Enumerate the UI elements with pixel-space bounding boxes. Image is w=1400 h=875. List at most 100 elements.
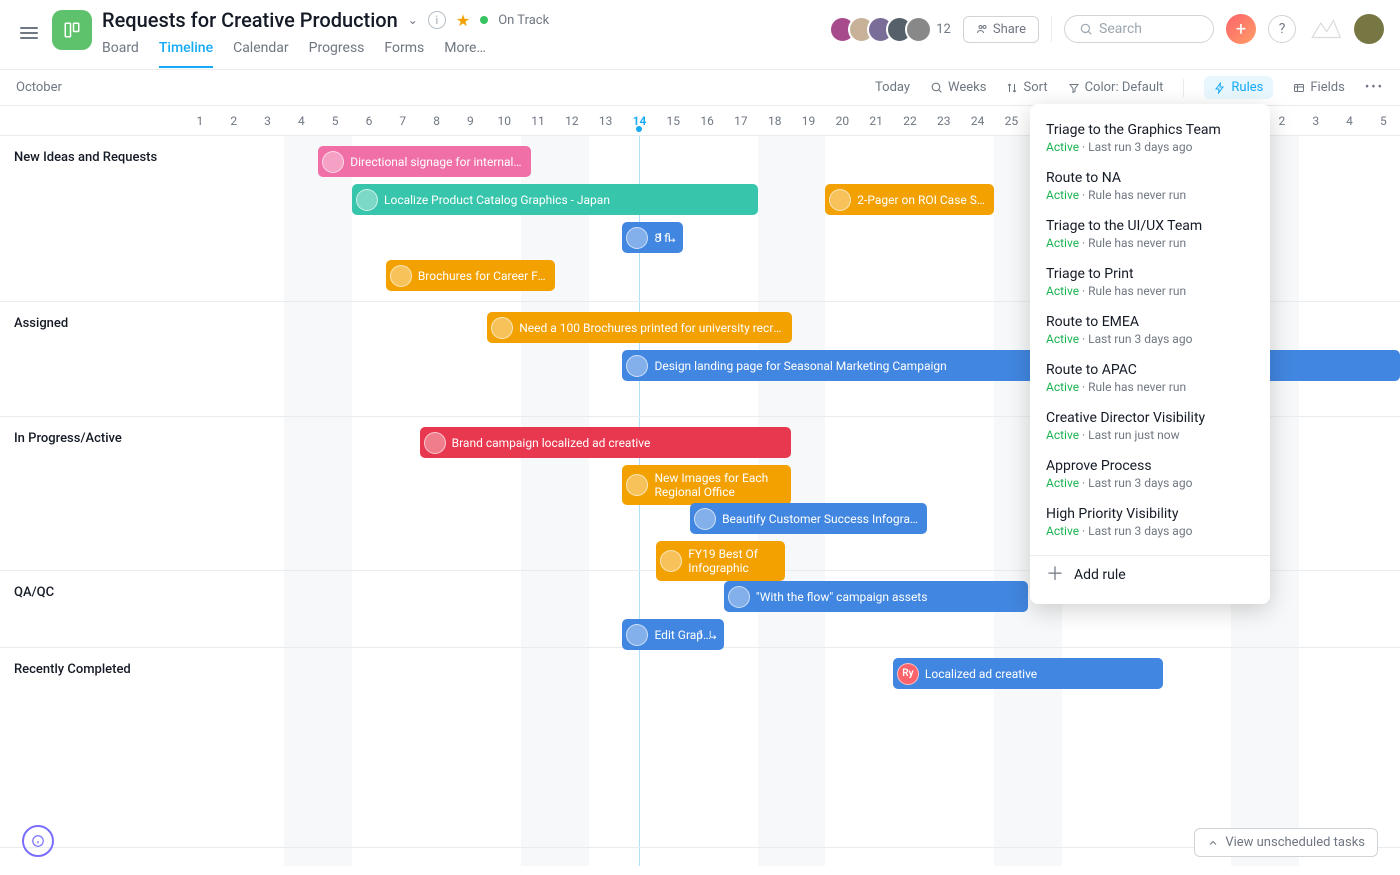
rule-item[interactable]: Triage to the Graphics TeamActive · Last…	[1030, 114, 1270, 162]
rule-item[interactable]: Triage to PrintActive · Rule has never r…	[1030, 258, 1270, 306]
zoom-icon	[930, 81, 943, 94]
rule-run: · Last run 3 days ago	[1079, 140, 1192, 154]
sort-button[interactable]: Sort	[1006, 80, 1047, 95]
date-cell: 24	[961, 114, 995, 128]
task-label: Brand campaign localized ad creative	[452, 436, 651, 450]
tab-calendar[interactable]: Calendar	[233, 40, 289, 68]
task-bar[interactable]: Brochures for Career Fair	[386, 260, 555, 291]
section-label[interactable]: New Ideas and Requests	[0, 136, 183, 301]
rule-title: Triage to Print	[1046, 266, 1254, 282]
rule-title: Route to EMEA	[1046, 314, 1254, 330]
fields-button[interactable]: Fields	[1293, 80, 1344, 95]
rule-item[interactable]: Triage to the UI/UX TeamActive · Rule ha…	[1030, 210, 1270, 258]
status-text[interactable]: On Track	[498, 13, 549, 28]
task-bar[interactable]: 8 fi1	[622, 222, 683, 253]
date-cell: 5	[1366, 114, 1400, 128]
date-cell: 7	[386, 114, 420, 128]
rule-status: Active	[1046, 428, 1079, 442]
rule-run: · Rule has never run	[1079, 236, 1186, 250]
rules-button[interactable]: Rules	[1204, 76, 1273, 99]
search-icon	[1079, 22, 1093, 36]
fields-icon	[1293, 82, 1305, 94]
rule-item[interactable]: Approve ProcessActive · Last run 3 days …	[1030, 450, 1270, 498]
rule-item[interactable]: Move to In ProgressActive · Last run 2 d…	[1030, 546, 1270, 555]
date-cell: 1	[183, 114, 217, 128]
date-cell: 8	[420, 114, 454, 128]
rule-title: Triage to the Graphics Team	[1046, 122, 1254, 138]
task-bar[interactable]: Design landing page for Seasonal Marketi…	[622, 350, 1400, 381]
help-float-button[interactable]	[22, 825, 54, 857]
rule-item[interactable]: Creative Director VisibilityActive · Las…	[1030, 402, 1270, 450]
color-button[interactable]: Color: Default	[1068, 80, 1164, 95]
chevron-up-icon	[1207, 837, 1219, 849]
menu-icon[interactable]	[20, 24, 38, 42]
today-button[interactable]: Today	[875, 80, 910, 95]
task-bar[interactable]: Edit Graph…1	[622, 619, 723, 650]
help-button[interactable]: ?	[1268, 15, 1296, 43]
tab-progress[interactable]: Progress	[309, 40, 365, 68]
upgrade-icon[interactable]	[1308, 15, 1342, 43]
assignee-avatar	[694, 508, 716, 530]
task-bar[interactable]: "With the flow" campaign assets	[724, 581, 1028, 612]
profile-avatar[interactable]	[1354, 14, 1384, 44]
section: Recently Completed RyLocalized ad creativ…	[0, 648, 1400, 848]
tab-more[interactable]: More…	[444, 40, 486, 68]
top-bar: Requests for Creative Production ⌄ i ★ O…	[0, 0, 1400, 70]
rule-item[interactable]: Route to EMEAActive · Last run 3 days ag…	[1030, 306, 1270, 354]
date-cell: 22	[893, 114, 927, 128]
task-bar[interactable]: New Images for Each Regional Office	[622, 465, 791, 505]
star-icon[interactable]: ★	[456, 11, 470, 30]
task-bar[interactable]: 2-Pager on ROI Case Study	[825, 184, 994, 215]
view-unscheduled-button[interactable]: View unscheduled tasks	[1194, 828, 1378, 857]
rule-item[interactable]: Route to APACActive · Rule has never run	[1030, 354, 1270, 402]
section-label[interactable]: Recently Completed	[0, 648, 183, 847]
section-label[interactable]: QA/QC	[0, 571, 183, 647]
date-cell: 18	[758, 114, 792, 128]
task-bar[interactable]: RyLocalized ad creative	[893, 658, 1163, 689]
task-bar[interactable]: Beautify Customer Success Infographic	[690, 503, 927, 534]
share-button[interactable]: Share	[963, 16, 1039, 43]
tab-board[interactable]: Board	[102, 40, 139, 68]
rule-item[interactable]: High Priority VisibilityActive · Last ru…	[1030, 498, 1270, 546]
info-icon[interactable]: i	[428, 11, 446, 29]
task-bar[interactable]: Brand campaign localized ad creative	[420, 427, 792, 458]
assignee-avatar	[660, 550, 682, 572]
add-button[interactable]: +	[1226, 14, 1256, 44]
rule-item[interactable]: Route to NAActive · Rule has never run	[1030, 162, 1270, 210]
assignee-avatar: Ry	[897, 663, 919, 685]
task-label: "With the flow" campaign assets	[756, 590, 928, 604]
rule-title: Route to APAC	[1046, 362, 1254, 378]
project-icon[interactable]	[52, 10, 92, 50]
task-label: Localize Product Catalog Graphics - Japa…	[384, 193, 610, 207]
rule-status: Active	[1046, 332, 1079, 346]
member-stack[interactable]: 12	[837, 16, 951, 43]
date-cell: 17	[724, 114, 758, 128]
add-rule-button[interactable]: ＋ Add rule	[1030, 555, 1270, 594]
assignee-avatar	[390, 265, 412, 287]
date-cell: 3	[251, 114, 285, 128]
section-label[interactable]: Assigned	[0, 302, 183, 416]
member-count: 12	[936, 22, 951, 37]
date-cell: 15	[656, 114, 690, 128]
unscheduled-label: View unscheduled tasks	[1225, 835, 1365, 850]
assignee-avatar	[356, 189, 378, 211]
task-bar[interactable]: Need a 100 Brochures printed for univers…	[487, 312, 791, 343]
task-bar[interactable]: Localize Product Catalog Graphics - Japa…	[352, 184, 758, 215]
lightning-icon	[1214, 82, 1226, 94]
date-cell: 4	[284, 114, 318, 128]
subtask-indicator: 1	[698, 628, 718, 641]
section-label[interactable]: In Progress/Active	[0, 417, 183, 570]
chevron-down-icon[interactable]: ⌄	[408, 13, 418, 27]
section-canvas[interactable]: RyLocalized ad creative	[183, 648, 1400, 847]
search-input[interactable]: Search	[1064, 15, 1214, 43]
date-cell: 3	[1299, 114, 1333, 128]
rule-run: · Rule has never run	[1079, 380, 1186, 394]
zoom-weeks[interactable]: Weeks	[930, 80, 986, 95]
assignee-avatar	[829, 189, 851, 211]
project-title[interactable]: Requests for Creative Production	[102, 8, 398, 32]
task-bar[interactable]: Directional signage for internal events	[318, 146, 531, 177]
filter-icon	[1068, 82, 1080, 94]
more-icon[interactable]: •••	[1365, 80, 1384, 95]
tab-timeline[interactable]: Timeline	[159, 40, 213, 68]
tab-forms[interactable]: Forms	[384, 40, 424, 68]
